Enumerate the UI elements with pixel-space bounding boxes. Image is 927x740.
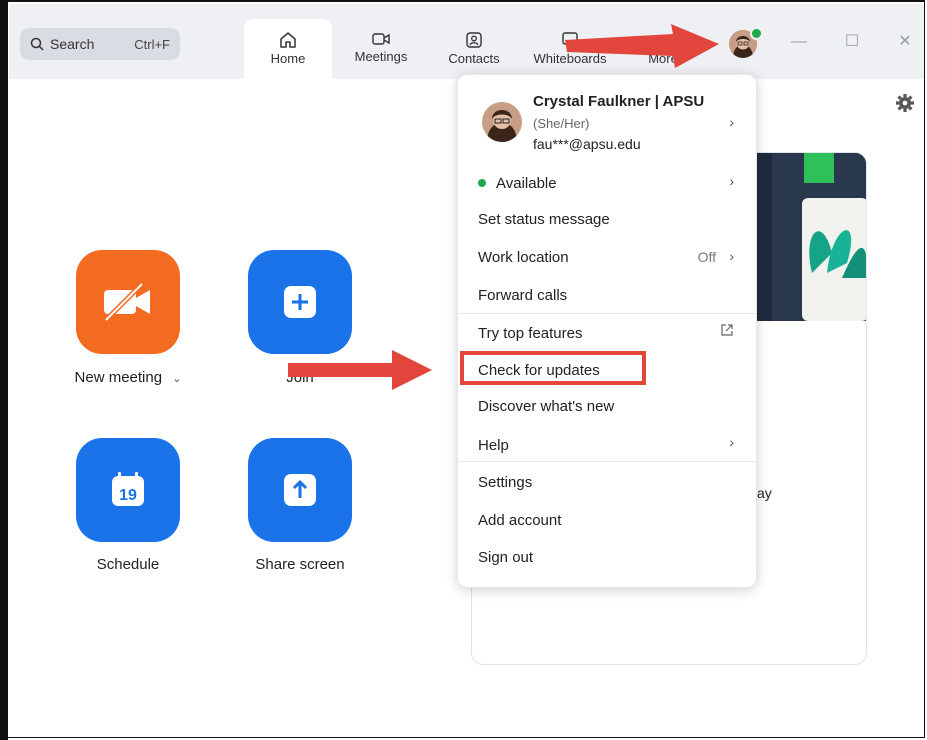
menu-help[interactable]: Help [478, 437, 509, 454]
profile-pronouns: (She/Her) [533, 116, 590, 131]
schedule-label[interactable]: Schedule [48, 556, 208, 573]
video-off-icon [104, 282, 150, 322]
new-meeting-text: New meeting [74, 369, 163, 386]
annotation-arrow-middle [288, 350, 432, 390]
annotation-highlight-box [460, 351, 646, 385]
chevron-right-icon[interactable]: › [729, 434, 734, 450]
calendar-day: 19 [119, 487, 137, 504]
plus-icon [284, 286, 316, 318]
menu-try-top-features[interactable]: Try top features [478, 325, 583, 342]
tab-contacts[interactable]: Contacts [434, 19, 514, 79]
chevron-right-icon[interactable]: › [729, 173, 734, 189]
menu-divider [458, 461, 756, 462]
video-camera-icon [372, 33, 390, 45]
menu-settings[interactable]: Settings [478, 474, 532, 491]
tab-home[interactable]: Home [244, 19, 332, 79]
minimize-icon[interactable]: — [791, 34, 807, 50]
gear-icon[interactable] [895, 93, 915, 118]
maximize-icon[interactable]: ☐ [844, 34, 860, 50]
new-meeting-label[interactable]: New meeting ⌄ [48, 369, 208, 386]
profile-menu: Crystal Faulkner | APSU (She/Her) fau***… [457, 74, 757, 588]
menu-forward-calls[interactable]: Forward calls [478, 287, 567, 304]
work-location-value: Off [697, 249, 716, 265]
menu-work-location[interactable]: Work location [478, 249, 569, 266]
menu-divider [458, 313, 756, 314]
menu-status-available[interactable]: Available [496, 175, 557, 192]
search-box[interactable]: Search Ctrl+F [20, 28, 180, 60]
menu-discover-whats-new[interactable]: Discover what's new [478, 398, 614, 415]
presence-status-dot [750, 27, 763, 40]
join-button[interactable] [248, 250, 352, 354]
menu-add-account[interactable]: Add account [478, 512, 561, 529]
profile-email: fau***@apsu.edu [533, 136, 641, 152]
menu-set-status-message[interactable]: Set status message [478, 211, 610, 228]
new-meeting-button[interactable] [76, 250, 180, 354]
share-screen-button[interactable] [248, 438, 352, 542]
tab-contacts-label: Contacts [448, 51, 500, 66]
available-status-icon [478, 179, 486, 187]
search-shortcut: Ctrl+F [134, 36, 170, 52]
card-partial-text: ay [757, 485, 772, 501]
schedule-button[interactable]: 19 [76, 438, 180, 542]
profile-name: Crystal Faulkner | APSU [533, 93, 705, 110]
tab-meetings-label: Meetings [354, 49, 408, 64]
close-icon[interactable]: ✕ [897, 34, 913, 50]
menu-avatar [482, 102, 522, 142]
contacts-icon [466, 32, 482, 48]
tab-meetings[interactable]: Meetings [341, 19, 421, 79]
chevron-right-icon[interactable]: › [729, 248, 734, 264]
annotation-arrow-top [565, 24, 719, 68]
share-screen-label[interactable]: Share screen [220, 556, 380, 573]
tab-home-label: Home [270, 51, 306, 66]
app-window: Search Ctrl+F Home Meetings Contacts Whi… [0, 0, 925, 738]
window-left-edge [0, 0, 8, 740]
search-label: Search [50, 36, 95, 52]
home-icon [280, 32, 296, 48]
calendar-icon: 19 [112, 472, 144, 506]
external-link-icon [720, 323, 734, 342]
chevron-down-icon[interactable]: ⌄ [172, 373, 181, 385]
search-icon [30, 37, 44, 51]
menu-sign-out[interactable]: Sign out [478, 549, 533, 566]
upload-arrow-icon [284, 474, 316, 506]
chevron-right-icon[interactable]: › [729, 114, 734, 130]
